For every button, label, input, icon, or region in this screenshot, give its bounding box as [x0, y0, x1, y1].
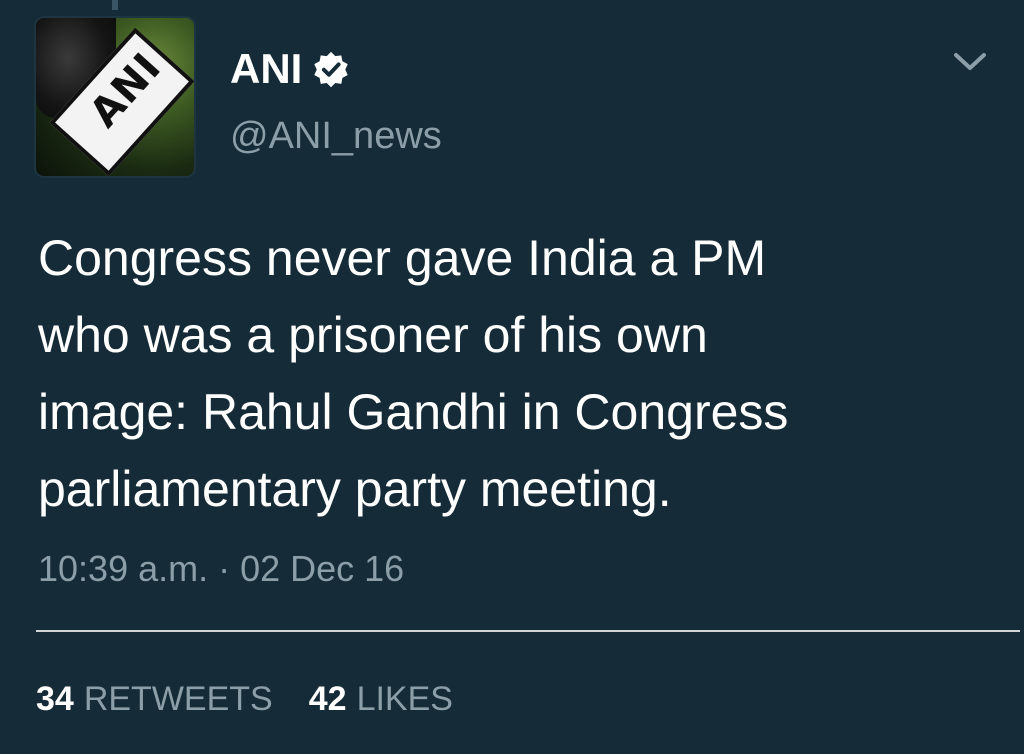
retweets-stat[interactable]: 34 RETWEETS	[36, 675, 273, 723]
avatar[interactable]: ANI	[36, 18, 194, 176]
chevron-down-icon[interactable]	[952, 50, 988, 74]
author-name-row[interactable]: ANI	[230, 44, 350, 94]
tweet-text-line: Congress never gave India a PM	[38, 230, 767, 286]
likes-count: 42	[308, 680, 347, 718]
author-name[interactable]: ANI	[230, 44, 302, 94]
author-handle[interactable]: @ANI_news	[230, 112, 442, 160]
verified-badge-icon	[314, 51, 349, 88]
likes-stat[interactable]: 42 LIKES	[309, 675, 453, 723]
tweet-text-line: image: Rahul Gandhi in Congress	[38, 384, 789, 440]
tweet-card: ANI ANI @ANI_news Congress never gave In…	[0, 0, 1024, 754]
tweet-stats: 34 RETWEETS 42 LIKES	[36, 675, 489, 723]
retweets-label: RETWEETS	[83, 680, 273, 718]
likes-label: LIKES	[356, 680, 453, 718]
tweet-text-line: who was a prisoner of his own	[38, 307, 708, 363]
tweet-text: Congress never gave India a PM who was a…	[38, 220, 968, 528]
retweets-count: 34	[36, 680, 74, 718]
tweet-text-line: parliamentary party meeting.	[38, 461, 672, 517]
thread-line	[112, 0, 118, 10]
divider	[36, 630, 1020, 632]
tweet-timestamp[interactable]: 10:39 a.m. · 02 Dec 16	[38, 545, 404, 593]
